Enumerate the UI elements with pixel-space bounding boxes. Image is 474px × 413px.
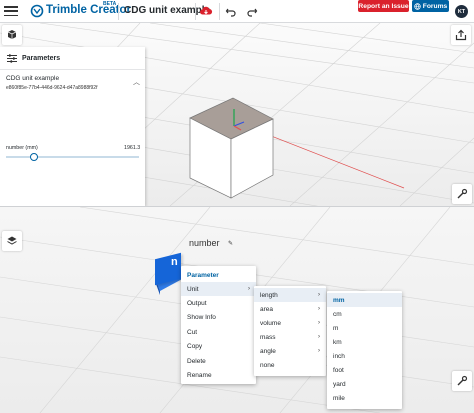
- menu-item-label: Parameter: [187, 271, 219, 279]
- menu-item-parameter[interactable]: Parameter: [181, 268, 256, 282]
- forums-label: Forums: [422, 2, 448, 10]
- menu-item-label: Output: [187, 299, 207, 307]
- layers-icon: [7, 236, 17, 245]
- panel-title: Parameters: [22, 55, 61, 62]
- chevron-right-icon: ›: [248, 286, 250, 292]
- menu-item-label: km: [333, 338, 342, 346]
- parameter-label: number (mm): [6, 145, 38, 151]
- model-name: CDG unit example: [6, 75, 60, 82]
- length-item-cm[interactable]: cm: [327, 307, 402, 321]
- menu-item-label: Rename: [187, 371, 212, 379]
- document-title[interactable]: CDG unit example: [124, 5, 210, 16]
- menu-item-show-info[interactable]: Show Info: [181, 310, 256, 324]
- sliders-icon: [7, 54, 17, 63]
- divider: [195, 3, 196, 20]
- beta-badge: BETA: [103, 1, 117, 7]
- length-item-mile[interactable]: mile: [327, 391, 402, 405]
- length-item-km[interactable]: km: [327, 335, 402, 349]
- unit-item-volume[interactable]: volume ›: [254, 316, 326, 330]
- export-button[interactable]: [451, 25, 471, 45]
- divider: [118, 3, 119, 20]
- divider: [219, 3, 220, 20]
- collapse-chevron-icon[interactable]: ︿: [133, 77, 140, 87]
- length-submenu: mm cm m km inch foot yard mile: [327, 291, 402, 409]
- hamburger-menu-icon[interactable]: [4, 4, 18, 18]
- chevron-right-icon: ›: [318, 320, 320, 326]
- menu-item-cut[interactable]: Cut: [181, 325, 256, 339]
- unit-item-mass[interactable]: mass ›: [254, 330, 326, 344]
- menu-item-label: mm: [333, 296, 345, 304]
- parameter-slider[interactable]: [6, 156, 139, 158]
- unit-item-length[interactable]: length ›: [254, 288, 326, 302]
- cubes-icon: [7, 30, 17, 39]
- menu-item-label: angle: [260, 347, 276, 355]
- menu-item-label: Show Info: [187, 313, 216, 321]
- chevron-right-icon: ›: [318, 292, 320, 298]
- redo-icon[interactable]: [245, 4, 259, 18]
- chevron-right-icon: ›: [318, 334, 320, 340]
- length-item-m[interactable]: m: [327, 321, 402, 335]
- edit-pencil-icon[interactable]: ✎: [228, 240, 233, 247]
- menu-item-label: Copy: [187, 342, 203, 350]
- menu-item-label: Delete: [187, 357, 206, 365]
- wrench-icon: [457, 375, 468, 386]
- parameters-header: Parameters: [0, 47, 145, 70]
- menu-item-label: foot: [333, 366, 344, 374]
- menu-item-delete[interactable]: Delete: [181, 354, 256, 368]
- length-item-foot[interactable]: foot: [327, 363, 402, 377]
- top-bar: Trimble Creator BETA CDG unit example Re…: [0, 0, 474, 23]
- wrench-icon: [457, 188, 468, 199]
- menu-item-label: Cut: [187, 328, 198, 336]
- menu-item-label: cm: [333, 310, 342, 318]
- context-menu: Parameter Unit › Output Show Info Cut Cop…: [181, 266, 256, 384]
- length-item-inch[interactable]: inch: [327, 349, 402, 363]
- length-item-mm[interactable]: mm: [327, 293, 402, 307]
- slider-handle[interactable]: [30, 153, 38, 161]
- menu-item-label: yard: [333, 380, 346, 388]
- node-label[interactable]: number: [189, 238, 220, 248]
- menu-item-unit[interactable]: Unit ›: [181, 282, 256, 296]
- menu-item-output[interactable]: Output: [181, 296, 256, 310]
- menu-item-label: volume: [260, 319, 281, 327]
- tools-button[interactable]: [452, 184, 472, 204]
- undo-icon[interactable]: [224, 4, 238, 18]
- unit-item-angle[interactable]: angle ›: [254, 344, 326, 358]
- unit-item-none[interactable]: none: [254, 358, 326, 372]
- menu-item-label: length: [260, 291, 278, 299]
- menu-item-label: mass: [260, 333, 276, 341]
- upload-box-icon: [455, 29, 467, 41]
- chevron-right-icon: ›: [318, 306, 320, 312]
- menu-item-label: none: [260, 361, 275, 369]
- menu-item-label: area: [260, 305, 274, 313]
- menu-item-label: Unit: [187, 285, 199, 293]
- report-issue-button[interactable]: Report an Issue: [358, 0, 409, 12]
- cloud-sync-icon[interactable]: [199, 4, 213, 18]
- model-id: e860f85e-77b4-446d-9624-d47a8988f92f: [6, 85, 98, 91]
- user-avatar[interactable]: KT: [455, 5, 468, 18]
- trimble-logo-icon: [30, 4, 44, 18]
- chevron-right-icon: ›: [318, 348, 320, 354]
- length-item-yard[interactable]: yard: [327, 377, 402, 391]
- unit-item-area[interactable]: area ›: [254, 302, 326, 316]
- menu-item-label: inch: [333, 352, 345, 360]
- cube-view-button[interactable]: [2, 25, 22, 45]
- unit-submenu: length › area › volume › mass › angle › none: [254, 286, 326, 376]
- globe-icon: [414, 2, 421, 10]
- layers-button[interactable]: [2, 231, 22, 251]
- graph-tools-button[interactable]: [452, 371, 472, 391]
- menu-item-copy[interactable]: Copy: [181, 339, 256, 353]
- menu-item-label: mile: [333, 394, 345, 402]
- menu-item-rename[interactable]: Rename: [181, 368, 256, 382]
- parameters-panel: Parameters CDG unit example e860f85e-77b…: [0, 47, 145, 206]
- node-glyph: n: [171, 256, 178, 268]
- parameter-value[interactable]: 1961.3: [124, 145, 140, 151]
- forums-button[interactable]: Forums: [412, 0, 449, 12]
- menu-item-label: m: [333, 324, 339, 332]
